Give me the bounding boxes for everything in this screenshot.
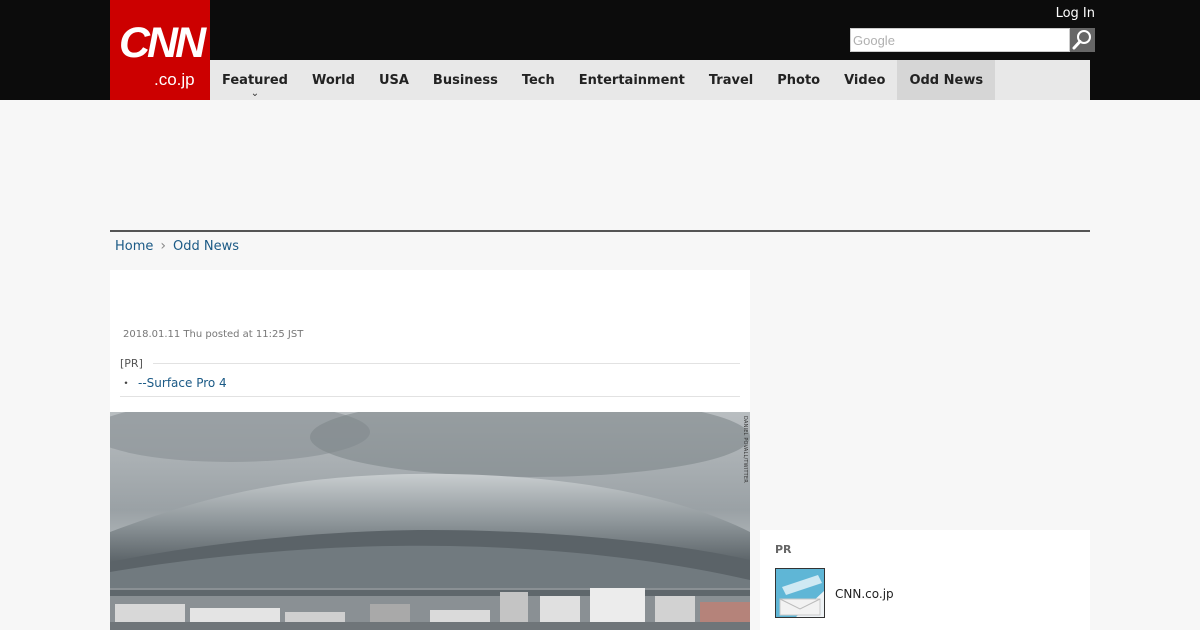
nav-item-label: Business — [432, 72, 498, 88]
pr-link-row[interactable]: ・ --Surface Pro 4 — [120, 374, 227, 391]
logo-text: CNN — [119, 19, 206, 67]
nav-item-label: USA — [378, 72, 409, 88]
search-input[interactable] — [850, 28, 1070, 52]
article-photo: DANIEL POVALL/TWITTER — [110, 412, 750, 630]
nav-item-label: Featured — [222, 72, 288, 88]
posted-timestamp: 2018.01.11 Thu posted at 11:25 JST — [123, 329, 304, 340]
nav-item-tech[interactable]: Tech — [510, 60, 567, 100]
main-nav: Featured ⌄ World USA Business Tech Enter… — [210, 60, 1090, 100]
pr-link[interactable]: --Surface Pro 4 — [138, 376, 227, 390]
article-card: 2018.01.11 Thu posted at 11:25 JST [PR] … — [110, 270, 750, 630]
nav-item-business[interactable]: Business — [421, 60, 510, 100]
pr-divider — [153, 363, 740, 364]
pr-thumbnail[interactable] — [775, 568, 825, 618]
logo-domain: .co.jp — [154, 70, 195, 89]
cnn-logo[interactable]: CNN .co.jp — [110, 0, 210, 100]
chevron-right-icon: › — [160, 238, 166, 254]
section-divider — [110, 230, 1090, 232]
nav-item-label: World — [311, 72, 355, 88]
nav-item-entertainment[interactable]: Entertainment — [567, 60, 697, 100]
nav-item-label: Odd News — [909, 72, 984, 88]
chevron-down-icon: ⌄ — [250, 88, 260, 99]
nav-item-photo[interactable]: Photo — [765, 60, 832, 100]
breadcrumb-current[interactable]: Odd News — [173, 239, 239, 254]
pr-label: [PR] — [120, 357, 143, 370]
nav-item-travel[interactable]: Travel — [697, 60, 765, 100]
bullet: ・ — [120, 376, 133, 390]
search-icon — [1072, 30, 1091, 50]
nav-item-video[interactable]: Video — [832, 60, 897, 100]
sidebar-pr-box: PR CNN.co.jp — [760, 530, 1090, 630]
login-link[interactable]: Log In — [1056, 6, 1095, 21]
breadcrumb-home[interactable]: Home — [115, 239, 153, 254]
photo-credit: DANIEL POVALL/TWITTER — [742, 416, 748, 483]
sidebar-pr-label: PR — [775, 543, 792, 556]
storm-cloud-image — [110, 412, 750, 630]
nav-item-label: Tech — [521, 72, 555, 88]
search-button[interactable] — [1070, 28, 1095, 52]
nav-item-label: Video — [844, 72, 886, 88]
breadcrumb: Home › Odd News — [115, 238, 239, 254]
nav-item-label: Travel — [708, 72, 754, 88]
pr-divider — [120, 396, 740, 397]
pr-item-name[interactable]: CNN.co.jp — [835, 587, 894, 601]
nav-item-usa[interactable]: USA — [367, 60, 421, 100]
nav-item-featured[interactable]: Featured ⌄ — [210, 60, 300, 100]
nav-item-odd-news[interactable]: Odd News — [897, 60, 996, 100]
nav-item-label: Photo — [777, 72, 821, 88]
envelope-icon — [776, 569, 824, 617]
nav-item-world[interactable]: World — [300, 60, 367, 100]
nav-item-label: Entertainment — [578, 72, 685, 88]
